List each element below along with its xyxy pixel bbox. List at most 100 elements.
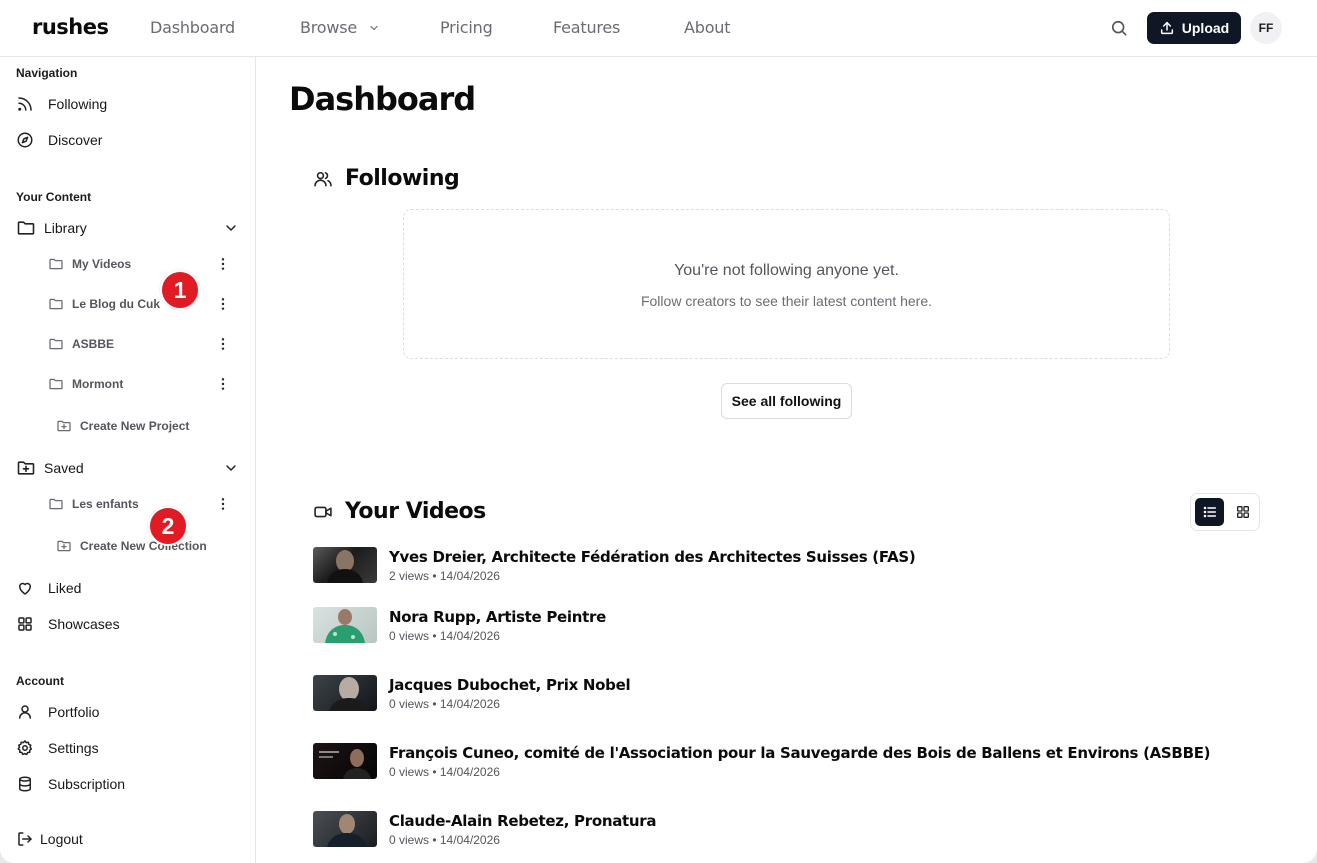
video-title[interactable]: Jacques Dubochet, Prix Nobel — [389, 676, 631, 694]
sidebar-item-discover[interactable]: Discover — [16, 128, 102, 152]
video-row[interactable]: Yves Dreier, Architecte Fédération des A… — [313, 547, 1253, 587]
folder-icon — [48, 256, 64, 272]
search-icon[interactable] — [1109, 18, 1129, 38]
annotation-badge-2: 2 — [148, 506, 188, 546]
folder-icon — [48, 376, 64, 392]
more-vertical-icon[interactable] — [215, 376, 231, 392]
sidebar-item-label: Following — [48, 96, 108, 112]
nav-pricing[interactable]: Pricing — [440, 18, 493, 37]
nav-features[interactable]: Features — [553, 18, 620, 37]
create-project-label: Create New Project — [80, 419, 190, 433]
upload-icon — [1159, 20, 1175, 36]
sidebar-collection-les-enfants[interactable]: Les enfants — [48, 494, 139, 514]
following-empty-state: You're not following anyone yet. Follow … — [403, 209, 1170, 359]
sidebar-item-subscription[interactable]: Subscription — [16, 772, 125, 796]
sidebar-project-my-videos[interactable]: My Videos — [48, 254, 131, 274]
sidebar-item-label: Discover — [48, 132, 103, 148]
video-camera-icon — [313, 502, 333, 522]
more-vertical-icon[interactable] — [215, 496, 231, 512]
sidebar-item-logout[interactable]: Logout — [16, 827, 83, 851]
video-row[interactable]: Claude-Alain Rebetez, Pronatura 0 views … — [313, 811, 1253, 851]
section-label-account: Account — [16, 674, 64, 688]
sidebar-item-label: Subscription — [48, 776, 126, 792]
video-row[interactable]: Jacques Dubochet, Prix Nobel 0 views • 1… — [313, 675, 1253, 715]
users-icon — [313, 169, 333, 189]
more-vertical-icon[interactable] — [215, 336, 231, 352]
sidebar-item-saved[interactable]: Saved — [16, 456, 84, 480]
create-new-project-button[interactable]: Create New Project — [56, 416, 189, 436]
video-thumbnail[interactable] — [313, 743, 377, 779]
sidebar: Navigation Following Discover Your Conte… — [0, 57, 256, 863]
compass-icon — [16, 131, 34, 149]
sidebar-item-label: Logout — [40, 831, 83, 847]
chevron-down-icon — [368, 19, 380, 38]
sidebar-project-mormont[interactable]: Mormont — [48, 374, 123, 394]
folder-icon — [48, 296, 64, 312]
video-meta: 0 views • 14/04/2026 — [389, 833, 500, 847]
heart-icon — [16, 579, 34, 597]
create-collection-label: Create New Collection — [80, 539, 207, 553]
section-label-your-content: Your Content — [16, 190, 92, 204]
video-meta: 2 views • 14/04/2026 — [389, 569, 500, 583]
video-title[interactable]: François Cuneo, comité de l'Association … — [389, 744, 1211, 762]
chevron-down-icon[interactable] — [223, 460, 239, 476]
video-meta: 0 views • 14/04/2026 — [389, 629, 500, 643]
folder-icon — [48, 336, 64, 352]
grid-icon — [1235, 504, 1251, 520]
video-thumbnail[interactable] — [313, 675, 377, 711]
upload-button[interactable]: Upload — [1147, 12, 1241, 44]
see-all-following-button[interactable]: See all following — [721, 383, 852, 419]
nav-about[interactable]: About — [684, 18, 731, 37]
grid-view-button[interactable] — [1228, 498, 1257, 526]
project-label: Mormont — [72, 377, 124, 391]
sidebar-item-portfolio[interactable]: Portfolio — [16, 700, 99, 724]
folder-icon — [16, 218, 36, 238]
sidebar-item-liked[interactable]: Liked — [16, 576, 81, 600]
rss-icon — [16, 95, 34, 113]
project-label: Le Blog du Cuk — [72, 297, 160, 311]
collection-label: Les enfants — [72, 497, 139, 511]
sidebar-item-label: Portfolio — [48, 704, 100, 720]
sidebar-item-label: Settings — [48, 740, 99, 756]
page-title: Dashboard — [289, 80, 476, 118]
nav-browse[interactable]: Browse — [300, 18, 380, 38]
video-row[interactable]: François Cuneo, comité de l'Association … — [313, 743, 1253, 783]
more-vertical-icon[interactable] — [215, 296, 231, 312]
videos-section-heading: Your Videos — [313, 499, 486, 524]
empty-state-subtitle: Follow creators to see their latest cont… — [640, 293, 933, 309]
nav-dashboard[interactable]: Dashboard — [150, 18, 235, 37]
create-new-collection-button[interactable]: Create New Collection — [56, 536, 207, 556]
sidebar-item-showcases[interactable]: Showcases — [16, 612, 120, 636]
sidebar-item-library[interactable]: Library — [16, 216, 87, 240]
sidebar-item-settings[interactable]: Settings — [16, 736, 99, 760]
video-thumbnail[interactable] — [313, 547, 377, 583]
sidebar-project-le-blog-du-cuk[interactable]: Le Blog du Cuk — [48, 294, 160, 314]
video-thumbnail[interactable] — [313, 607, 377, 643]
avatar[interactable]: FF — [1250, 12, 1282, 44]
video-row[interactable]: Nora Rupp, Artiste Peintre 0 views • 14/… — [313, 607, 1253, 647]
logo[interactable]: rushes — [32, 15, 109, 39]
app-window: rushes Dashboard Browse Pricing Features… — [0, 0, 1317, 863]
video-title[interactable]: Yves Dreier, Architecte Fédération des A… — [389, 548, 916, 566]
video-title[interactable]: Claude-Alain Rebetez, Pronatura — [389, 812, 657, 830]
folder-plus-icon — [56, 418, 72, 434]
list-view-button[interactable] — [1195, 498, 1224, 526]
folder-plus-icon — [16, 458, 36, 478]
sidebar-item-following[interactable]: Following — [16, 92, 107, 116]
empty-state-title: You're not following anyone yet. — [674, 262, 899, 279]
following-section-heading: Following — [313, 166, 460, 191]
database-icon — [16, 775, 34, 793]
section-label-navigation: Navigation — [16, 66, 78, 80]
list-icon — [1202, 504, 1218, 520]
upload-label: Upload — [1181, 20, 1230, 36]
video-title[interactable]: Nora Rupp, Artiste Peintre — [389, 608, 606, 626]
sidebar-project-asbbe[interactable]: ASBBE — [48, 334, 114, 354]
chevron-down-icon[interactable] — [223, 220, 239, 236]
project-label: My Videos — [72, 257, 132, 271]
more-vertical-icon[interactable] — [215, 256, 231, 272]
logout-icon — [16, 830, 34, 848]
video-thumbnail[interactable] — [313, 811, 377, 847]
video-meta: 0 views • 14/04/2026 — [389, 697, 500, 711]
nav-browse-label: Browse — [300, 18, 358, 37]
gear-icon — [16, 739, 34, 757]
